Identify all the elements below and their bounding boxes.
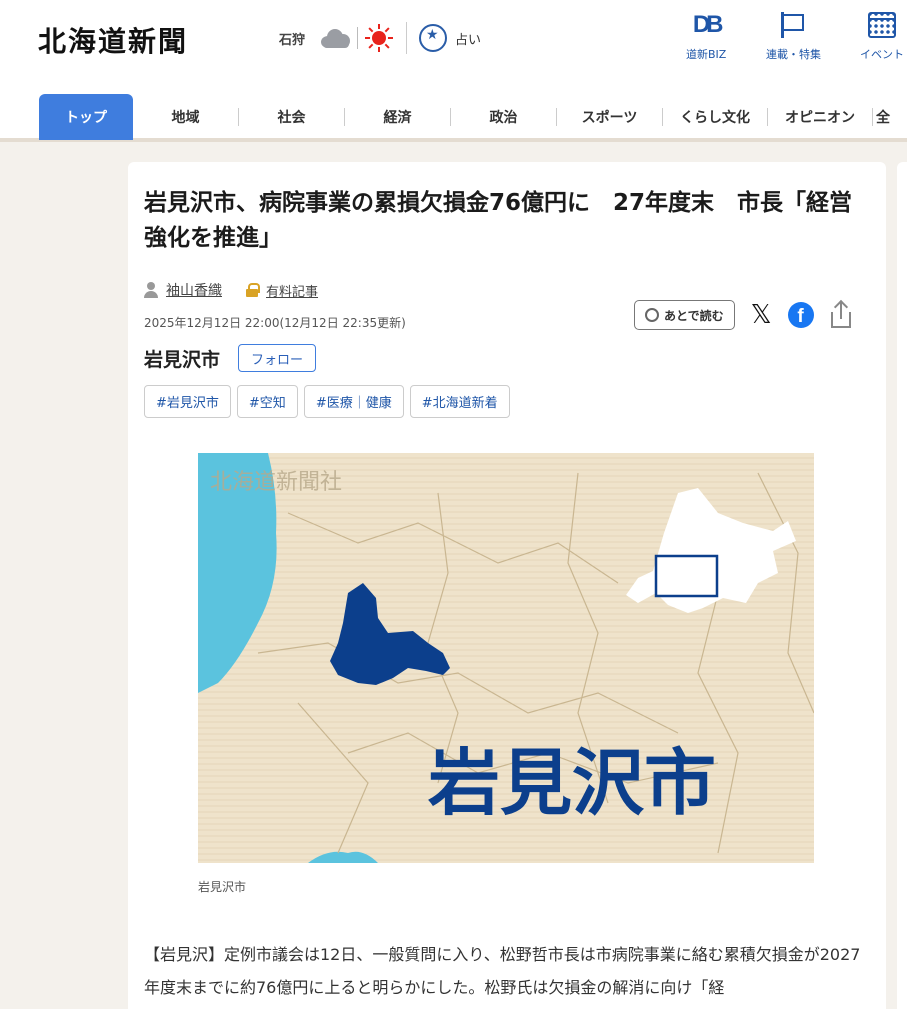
follow-button[interactable]: フォロー [238, 344, 317, 372]
paid-article-link[interactable]: 有料記事 [266, 281, 318, 300]
tag-item[interactable]: #北海道新着 [409, 385, 510, 418]
author-link[interactable]: 袖山香織 [166, 280, 222, 300]
weather-city: 石狩 [279, 32, 306, 48]
read-later-button[interactable]: あとで読む [634, 300, 735, 330]
main-nav: トップ 地域 社会 経済 政治 スポーツ くらし文化 オピニオン 全 [0, 94, 907, 142]
sun-icon [364, 23, 394, 53]
map-illustration: 北海道新聞社 岩見沢市 [198, 453, 814, 863]
header-divider [406, 22, 408, 54]
nav-tab-region[interactable]: 地域 [133, 94, 238, 140]
read-later-label: あとで読む [664, 308, 724, 323]
publish-date: 2025年12月12日 22:00(12月12日 22:35更新) [144, 316, 406, 330]
person-icon [144, 282, 158, 298]
image-caption: 岩見沢市 [198, 880, 247, 894]
paperclip-icon [642, 305, 662, 325]
header-link-label: 道新BIZ [686, 48, 727, 61]
x-share-icon[interactable]: 𝕏 [751, 300, 772, 330]
map-watermark: 北海道新聞社 [210, 470, 342, 495]
flag-icon [780, 12, 807, 38]
cloud-icon [319, 28, 351, 48]
nav-tab-sports[interactable]: スポーツ [557, 94, 662, 140]
fortune-label: 占い [455, 32, 482, 48]
nav-tab-opinion[interactable]: オピニオン [768, 94, 872, 140]
calendar-icon [868, 12, 896, 38]
site-header: 北海道新聞 石狩 占い DB 道新BIZ 連載・特集 [0, 0, 907, 142]
sidebar-edge [897, 162, 907, 1009]
article-body: 【岩見沢】定例市議会は12日、一般質問に入り、松野哲市長は市病院事業に絡む累積欠… [144, 945, 861, 997]
crystal-ball-icon [419, 24, 448, 52]
article-title: 岩見沢市、病院事業の累損欠損金76億円に 27年度末 市長「経営強化を推進」 [144, 190, 853, 251]
tag-item[interactable]: #空知 [236, 385, 298, 418]
share-bar: あとで読む 𝕏 f [634, 300, 852, 330]
tag-item[interactable]: #医療｜健康 [303, 385, 404, 418]
byline: 袖山香織 有料記事 [144, 280, 318, 300]
facebook-share-icon[interactable]: f [787, 302, 814, 328]
share-icon[interactable] [830, 302, 852, 328]
area-name[interactable]: 岩見沢市 [144, 345, 220, 372]
site-logo[interactable]: 北海道新聞 [38, 20, 188, 60]
nav-tab-top[interactable]: トップ [39, 94, 133, 140]
article-card: 岩見沢市、病院事業の累損欠損金76億円に 27年度末 市長「経営強化を推進」 袖… [128, 162, 886, 1009]
nav-tab-lifestyle[interactable]: くらし文化 [663, 94, 767, 140]
weather-widget[interactable]: 石狩 占い [279, 22, 481, 54]
lock-icon [246, 283, 260, 297]
header-link-events[interactable]: イベント [860, 10, 904, 62]
header-link-label: イベント [860, 48, 904, 61]
header-link-biz[interactable]: DB 道新BIZ [686, 10, 726, 62]
tag-item[interactable]: #岩見沢市 [144, 385, 231, 418]
nav-tab-politics[interactable]: 政治 [451, 94, 556, 140]
weather-divider [357, 27, 359, 49]
header-link-label: 連載・特集 [766, 48, 821, 61]
map-big-label: 岩見沢市 [428, 741, 716, 825]
nav-tab-economy[interactable]: 経済 [345, 94, 450, 140]
area-row: 岩見沢市 フォロー [144, 344, 317, 372]
header-link-series[interactable]: 連載・特集 [766, 10, 821, 62]
tag-list: #岩見沢市 #空知 #医療｜健康 #北海道新着 [144, 385, 516, 418]
fortune-link[interactable]: 占い [419, 24, 481, 52]
article-map-image[interactable]: 北海道新聞社 岩見沢市 [198, 453, 814, 863]
db-icon: DB [692, 11, 724, 38]
nav-tab-all[interactable]: 全 [873, 94, 893, 140]
nav-tab-society[interactable]: 社会 [239, 94, 344, 140]
